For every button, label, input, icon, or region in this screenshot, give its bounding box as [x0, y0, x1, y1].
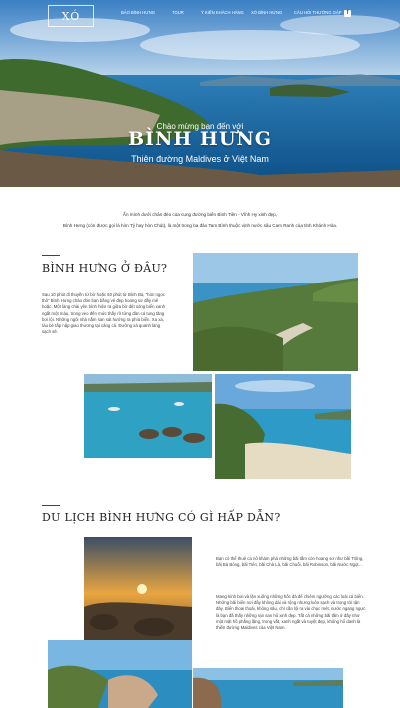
photo-basket-boats [84, 374, 212, 458]
section-where-text: Sau 10 phút đi thuyền từ bờ hoặc 60 phút… [42, 292, 165, 335]
hero-title: BÌNH HƯNG [128, 128, 272, 150]
hero-banner: XÓ Bảo Bình Hưng Tour Ý kiến khách hàng … [0, 0, 400, 187]
photo-rocky-shore [48, 640, 192, 708]
section-heading-where: BÌNH HƯNG Ở ĐÂU? [42, 262, 168, 275]
intro-line-2: Bình Hưng (còn được gọi là hòn Tý hay hò… [62, 223, 338, 228]
heading-accent-line [42, 255, 60, 256]
nav-item-bao-binh-hung[interactable]: Bảo Bình Hưng [121, 10, 155, 15]
hero-subtitle: Thiên đường Maldives ở Việt Nam [131, 154, 269, 164]
section-attractions-text-1: Bạn có thể thuê ca nô khám phá những bãi… [216, 556, 364, 568]
nav-item-xo-binh-hung[interactable]: Xó Bình Hưng [251, 10, 282, 15]
photo-coastal-road [193, 253, 358, 371]
nav-item-tour[interactable]: Tour [172, 10, 184, 15]
photo-bay-view [193, 668, 343, 708]
photo-beach-cove [215, 374, 351, 479]
nav-item-faq[interactable]: Câu hỏi thường gặp [294, 10, 342, 15]
heading-accent-line-2 [42, 505, 60, 506]
site-logo[interactable]: XÓ [48, 5, 94, 27]
photo-sunset-rocks [84, 537, 192, 640]
section-attractions-text-2: Mang kính bơi và lặn xuống những hốc đá … [216, 594, 366, 631]
section-heading-attractions: DU LỊCH BÌNH HƯNG CÓ GÌ HẤP DẪN? [42, 511, 281, 524]
nav-item-testimonials[interactable]: Ý kiến khách hàng [201, 10, 244, 15]
facebook-icon[interactable]: f [344, 10, 351, 17]
intro-line-1: Ẩn mình dưới chân đèo của cung đường biể… [122, 212, 278, 217]
